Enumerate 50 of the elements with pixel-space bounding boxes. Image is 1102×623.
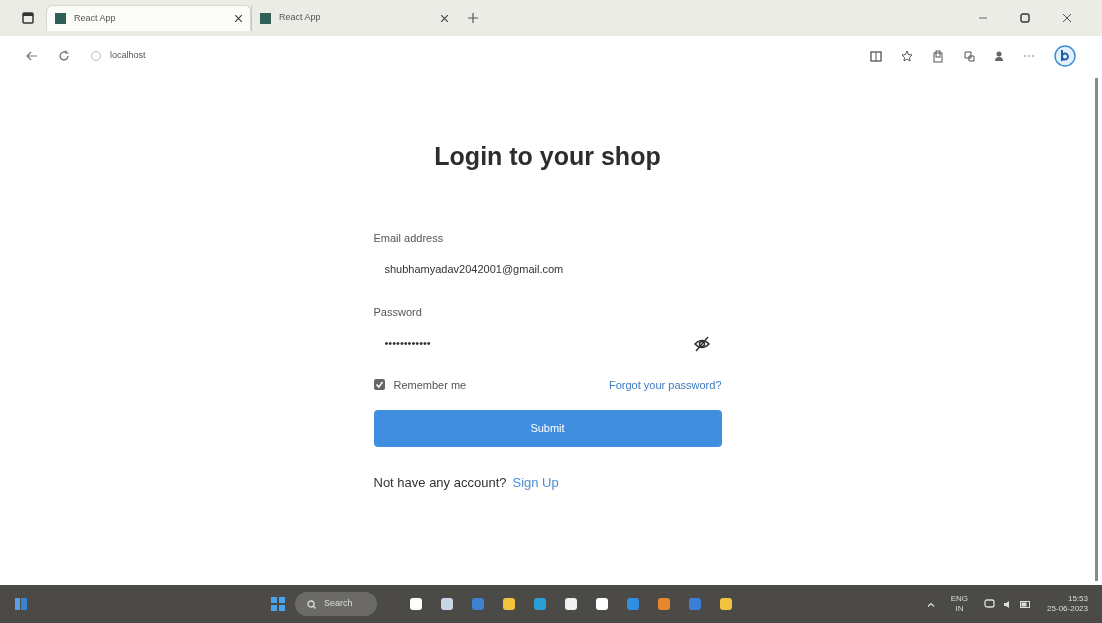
signup-prompt: Not have any account? (373, 474, 507, 492)
tab-favicon-icon (55, 13, 66, 24)
app-icon[interactable] (502, 597, 516, 611)
star-icon[interactable] (901, 50, 913, 62)
search-label: Search (324, 597, 353, 611)
taskbar-search[interactable]: Search (295, 592, 377, 616)
widgets-icon[interactable] (14, 597, 28, 611)
refresh-icon[interactable] (58, 50, 70, 62)
sign-up-link[interactable]: Sign Up (512, 473, 559, 493)
app-icon[interactable] (564, 597, 578, 611)
new-tab-icon[interactable] (468, 13, 478, 23)
close-tab-icon[interactable] (235, 15, 242, 22)
tab-title: React App (74, 11, 117, 25)
email-field[interactable]: shubhamyadav2042001@gmail.com (373, 256, 722, 282)
restore-icon[interactable] (1020, 13, 1030, 23)
language-indicator[interactable]: ENG (950, 594, 969, 604)
start-icon[interactable] (271, 597, 285, 611)
chat-icon[interactable] (1054, 45, 1076, 67)
back-icon[interactable] (26, 51, 38, 61)
browser-tab[interactable]: React App (251, 5, 456, 31)
network-icon[interactable] (984, 599, 996, 609)
reader-icon[interactable] (870, 50, 882, 62)
close-icon[interactable] (1062, 13, 1072, 23)
tab-actions-icon[interactable] (22, 12, 34, 24)
region-indicator[interactable]: IN (955, 604, 964, 614)
app-icon[interactable] (440, 597, 454, 611)
address-text: localhost (110, 49, 146, 63)
close-tab-icon[interactable] (441, 14, 448, 22)
app-icon[interactable] (409, 597, 423, 611)
collections-icon[interactable] (932, 49, 944, 63)
app-icon[interactable] (595, 597, 609, 611)
address-bar[interactable]: localhost (90, 44, 650, 68)
browser-tab[interactable]: React App (46, 5, 251, 31)
clock-time[interactable]: 15:53 (1067, 594, 1088, 604)
field-label: Email address (373, 230, 445, 246)
profile-icon[interactable] (994, 50, 1004, 62)
remember-label: Remember me (393, 377, 467, 393)
hide-password-icon[interactable] (692, 335, 711, 352)
app-icon[interactable] (719, 597, 733, 611)
remember-checkbox[interactable] (373, 379, 385, 391)
tab-favicon-icon (260, 12, 271, 24)
password-field[interactable]: •••••••••••• (373, 330, 722, 357)
page-title: Login to your shop (434, 141, 661, 172)
tab-title: React App (279, 11, 322, 25)
clock-date[interactable]: 25-06-2023 (1047, 604, 1088, 614)
battery-icon[interactable] (1020, 600, 1032, 608)
field-label: Password (373, 305, 423, 320)
forgot-password-link[interactable]: Forgot your password? (609, 376, 722, 393)
search-icon (307, 599, 316, 609)
tray-chevron-icon[interactable] (926, 601, 935, 607)
